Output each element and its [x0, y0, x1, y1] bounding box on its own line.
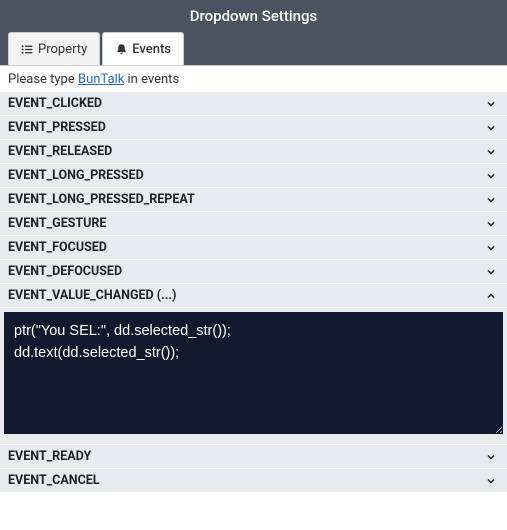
event-label: EVENT_READY	[8, 449, 91, 464]
tab-property-label: Property	[38, 42, 87, 57]
event-row[interactable]: EVENT_RELEASED	[0, 140, 507, 164]
event-row[interactable]: EVENT_CLICKED	[0, 92, 507, 116]
hint-text: Please type BunTalk in events	[0, 66, 507, 92]
chevron-down-icon	[485, 266, 497, 278]
events-panel: EVENT_CLICKED EVENT_PRESSED EVENT_RELEASED…	[0, 92, 507, 493]
tab-property[interactable]: Property	[8, 32, 100, 65]
chevron-down-icon	[485, 98, 497, 110]
event-label: EVENT_LONG_PRESSED	[8, 168, 144, 183]
event-code-input[interactable]	[4, 312, 503, 434]
event-row[interactable]: EVENT_READY	[0, 445, 507, 469]
event-row[interactable]: EVENT_DEFOCUSED	[0, 260, 507, 284]
event-row[interactable]: EVENT_GESTURE	[0, 212, 507, 236]
event-label: EVENT_LONG_PRESSED_REPEAT	[8, 192, 195, 207]
event-label: EVENT_CLICKED	[8, 96, 102, 111]
event-label: EVENT_RELEASED	[8, 144, 112, 159]
event-label: EVENT_VALUE_CHANGED (...)	[8, 288, 176, 303]
hint-suffix: in events	[124, 72, 179, 87]
titlebar: Dropdown Settings	[0, 0, 507, 32]
chevron-down-icon	[485, 122, 497, 134]
tab-events[interactable]: Events	[102, 32, 184, 65]
title-text: Dropdown Settings	[190, 7, 318, 25]
tab-bar: Property Events	[0, 32, 507, 66]
chevron-down-icon	[485, 451, 497, 463]
event-row[interactable]: EVENT_LONG_PRESSED	[0, 164, 507, 188]
chevron-down-icon	[485, 194, 497, 206]
chevron-down-icon	[485, 475, 497, 487]
tab-events-label: Events	[132, 42, 171, 57]
event-row[interactable]: EVENT_VALUE_CHANGED (...)	[0, 284, 507, 308]
chevron-down-icon	[485, 170, 497, 182]
chevron-up-icon	[485, 290, 497, 302]
chevron-down-icon	[485, 242, 497, 254]
bell-icon	[115, 43, 128, 56]
event-row[interactable]: EVENT_CANCEL	[0, 469, 507, 493]
chevron-down-icon	[485, 218, 497, 230]
code-area-wrap	[0, 308, 507, 445]
event-label: EVENT_FOCUSED	[8, 240, 107, 255]
hint-prefix: Please type	[8, 72, 78, 87]
event-row[interactable]: EVENT_FOCUSED	[0, 236, 507, 260]
event-label: EVENT_CANCEL	[8, 473, 100, 488]
hint-link[interactable]: BunTalk	[78, 72, 124, 87]
event-row[interactable]: EVENT_LONG_PRESSED_REPEAT	[0, 188, 507, 212]
chevron-down-icon	[485, 146, 497, 158]
event-label: EVENT_DEFOCUSED	[8, 264, 122, 279]
list-icon	[21, 43, 34, 56]
event-label: EVENT_PRESSED	[8, 120, 106, 135]
event-label: EVENT_GESTURE	[8, 216, 106, 231]
event-row[interactable]: EVENT_PRESSED	[0, 116, 507, 140]
empty-space	[0, 493, 507, 530]
